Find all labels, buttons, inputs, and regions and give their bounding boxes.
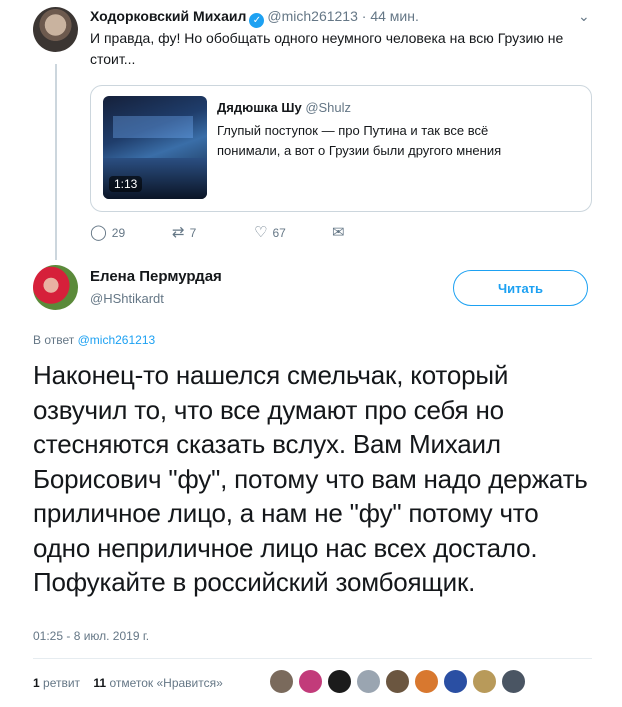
liker-avatar[interactable] (501, 669, 526, 694)
reply-prefix: В ответ (33, 333, 75, 347)
chevron-down-icon[interactable]: ⌄ (578, 8, 590, 25)
like-count: 67 (272, 226, 286, 240)
divider (33, 658, 592, 659)
quoted-tweet[interactable]: 1:13 Дядюшка Шу @Shulz Глупый поступок —… (90, 85, 592, 212)
liker-avatar[interactable] (472, 669, 497, 694)
parent-tweet[interactable]: Ходорковский Михаил ✓ @mich261213 · 44 мин… (0, 0, 622, 260)
quote-handle: @Shulz (305, 100, 352, 115)
thumbnail-backdrop (113, 116, 193, 138)
liker-avatar[interactable] (385, 669, 410, 694)
quote-author-name: Дядюшка Шу (217, 100, 302, 115)
retweets-count: 1 (33, 676, 40, 690)
retweet-button[interactable]: ⇄ 7 (172, 225, 196, 241)
liker-avatar[interactable] (298, 669, 323, 694)
verified-icon: ✓ (249, 13, 265, 28)
liker-avatar[interactable] (356, 669, 381, 694)
video-duration: 1:13 (109, 176, 143, 192)
tweet-text: Наконец-то нашелся смельчак, который озв… (33, 360, 588, 597)
retweet-icon: ⇄ (172, 224, 185, 241)
likes-stat[interactable]: 11 отметок «Нравится» (93, 676, 222, 690)
envelope-icon: ✉ (332, 224, 345, 241)
thread-line (55, 64, 57, 260)
video-thumbnail[interactable]: 1:13 (103, 96, 207, 199)
retweets-label: ретвит (43, 676, 81, 690)
parent-author-name[interactable]: Ходорковский Михаил (90, 8, 246, 24)
retweets-stat[interactable]: 1 ретвит (33, 676, 80, 690)
retweet-count: 7 (189, 226, 197, 240)
reply-icon: ◯ (90, 224, 107, 241)
reply-button[interactable]: ◯ 29 (90, 225, 125, 241)
parent-header: Ходорковский Михаил ✓ @mich261213 · 44 мин… (90, 8, 419, 28)
heart-icon: ♡ (254, 224, 268, 241)
author-handle[interactable]: @HShtikardt (90, 291, 164, 306)
like-button[interactable]: ♡ 67 (254, 225, 286, 241)
liker-avatar[interactable] (443, 669, 468, 694)
reply-count: 29 (111, 226, 126, 240)
parent-avatar[interactable] (33, 7, 78, 52)
liker-avatar[interactable] (414, 669, 439, 694)
author-avatar[interactable] (33, 265, 78, 310)
dm-button[interactable]: ✉ (332, 225, 345, 241)
parent-handle[interactable]: @mich261213 (267, 8, 358, 24)
liker-avatar[interactable] (327, 669, 352, 694)
tweet-stats: 1 ретвит 11 отметок «Нравится» (33, 676, 223, 690)
likes-label: отметок «Нравится» (109, 676, 223, 690)
tweet-timestamp[interactable]: 01:25 - 8 июл. 2019 г. (33, 629, 149, 643)
quote-header: Дядюшка Шу @Shulz (217, 100, 351, 115)
parent-text: И правда, фу! Но обобщать одного неумног… (90, 30, 564, 67)
follow-button[interactable]: Читать (453, 270, 588, 306)
quote-text: Глупый поступок — про Путина и так все в… (217, 123, 502, 158)
reply-context: В ответ @mich261213 (33, 333, 155, 347)
likes-count: 11 (93, 676, 107, 690)
parent-time[interactable]: · 44 мин. (362, 8, 419, 24)
liker-avatar[interactable] (269, 669, 294, 694)
author-name[interactable]: Елена Пермурдая (90, 268, 222, 285)
reply-handle-link[interactable]: @mich261213 (78, 333, 156, 347)
